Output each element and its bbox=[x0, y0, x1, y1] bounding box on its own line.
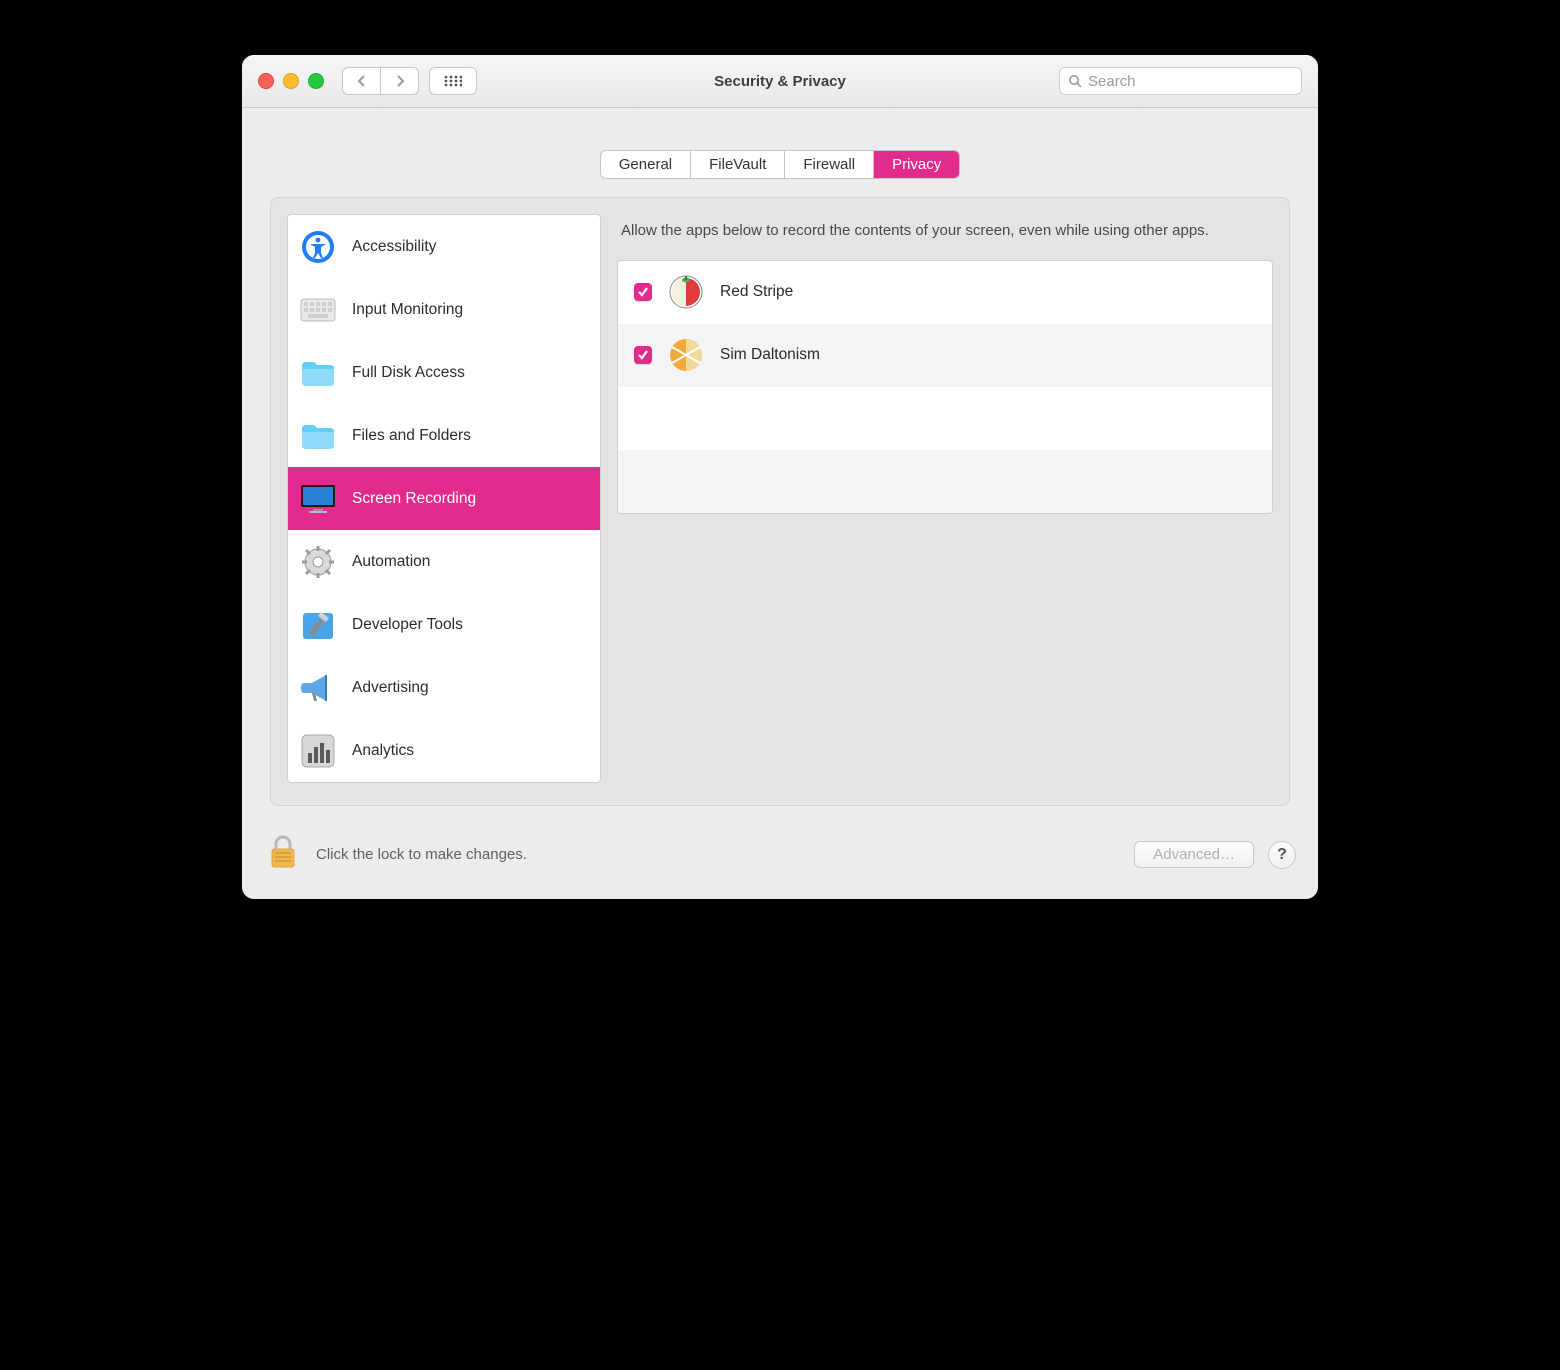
lock-icon[interactable] bbox=[268, 834, 298, 875]
search-placeholder: Search bbox=[1088, 73, 1136, 90]
app-row-empty bbox=[618, 450, 1272, 513]
window-controls bbox=[258, 73, 324, 89]
footer: Click the lock to make changes. Advanced… bbox=[242, 816, 1318, 899]
app-name: Red Stripe bbox=[720, 283, 793, 301]
check-icon bbox=[637, 286, 649, 298]
checkbox[interactable] bbox=[634, 346, 652, 364]
accessibility-icon bbox=[298, 227, 338, 267]
sidebar-item-full-disk-access[interactable]: Full Disk Access bbox=[288, 341, 600, 404]
search-icon bbox=[1068, 74, 1082, 88]
sidebar-item-label: Input Monitoring bbox=[352, 301, 463, 319]
forward-button[interactable] bbox=[380, 67, 419, 95]
sidebar-item-label: Developer Tools bbox=[352, 616, 463, 634]
tab-bar: General FileVault Firewall Privacy bbox=[270, 150, 1290, 179]
close-button[interactable] bbox=[258, 73, 274, 89]
app-row-sim-daltonism[interactable]: Sim Daltonism bbox=[618, 324, 1272, 387]
sidebar-item-accessibility[interactable]: Accessibility bbox=[288, 215, 600, 278]
megaphone-icon bbox=[298, 668, 338, 708]
app-row-red-stripe[interactable]: Red Stripe bbox=[618, 261, 1272, 324]
search-input[interactable]: Search bbox=[1059, 67, 1302, 95]
sidebar-item-analytics[interactable]: Analytics bbox=[288, 719, 600, 782]
description-text: Allow the apps below to record the conte… bbox=[621, 220, 1269, 242]
sidebar-item-developer-tools[interactable]: Developer Tools bbox=[288, 593, 600, 656]
sidebar-item-automation[interactable]: Automation bbox=[288, 530, 600, 593]
sidebar-item-label: Files and Folders bbox=[352, 427, 471, 445]
sidebar-item-label: Advertising bbox=[352, 679, 429, 697]
show-all-button[interactable] bbox=[429, 67, 477, 95]
back-button[interactable] bbox=[342, 67, 381, 95]
app-icon bbox=[668, 337, 704, 373]
help-button[interactable]: ? bbox=[1268, 841, 1296, 869]
tab-filevault[interactable]: FileVault bbox=[691, 151, 785, 178]
privacy-category-list: Accessibility Input Monitoring Full Disk… bbox=[287, 214, 601, 783]
privacy-panel: Accessibility Input Monitoring Full Disk… bbox=[270, 197, 1290, 806]
maximize-button[interactable] bbox=[308, 73, 324, 89]
sidebar-item-advertising[interactable]: Advertising bbox=[288, 656, 600, 719]
checkbox[interactable] bbox=[634, 283, 652, 301]
folder-icon bbox=[298, 353, 338, 393]
barchart-icon bbox=[298, 731, 338, 771]
chevron-right-icon bbox=[395, 75, 405, 87]
check-icon bbox=[637, 349, 649, 361]
sidebar-item-label: Screen Recording bbox=[352, 490, 476, 508]
minimize-button[interactable] bbox=[283, 73, 299, 89]
titlebar: Security & Privacy Search bbox=[242, 55, 1318, 108]
app-name: Sim Daltonism bbox=[720, 346, 820, 364]
preferences-window: Security & Privacy Search General FileVa… bbox=[242, 55, 1318, 899]
folder-icon bbox=[298, 416, 338, 456]
nav-group bbox=[342, 67, 419, 95]
app-icon bbox=[668, 274, 704, 310]
app-row-empty bbox=[618, 387, 1272, 450]
keyboard-icon bbox=[298, 290, 338, 330]
tab-general[interactable]: General bbox=[601, 151, 691, 178]
sidebar-item-label: Automation bbox=[352, 553, 430, 571]
tab-privacy[interactable]: Privacy bbox=[874, 151, 959, 178]
sidebar-item-files-and-folders[interactable]: Files and Folders bbox=[288, 404, 600, 467]
display-icon bbox=[298, 479, 338, 519]
sidebar-item-label: Analytics bbox=[352, 742, 414, 760]
sidebar-item-label: Full Disk Access bbox=[352, 364, 465, 382]
privacy-detail-pane: Allow the apps below to record the conte… bbox=[617, 214, 1273, 783]
sidebar-item-label: Accessibility bbox=[352, 238, 436, 256]
grid-icon bbox=[444, 75, 462, 87]
tabs: General FileVault Firewall Privacy bbox=[600, 150, 961, 179]
app-list: Red Stripe Sim Daltonism bbox=[617, 260, 1273, 514]
tab-firewall[interactable]: Firewall bbox=[785, 151, 874, 178]
sidebar-item-input-monitoring[interactable]: Input Monitoring bbox=[288, 278, 600, 341]
lock-text: Click the lock to make changes. bbox=[316, 846, 527, 863]
hammer-icon bbox=[298, 605, 338, 645]
content: General FileVault Firewall Privacy Acces… bbox=[242, 108, 1318, 816]
gear-icon bbox=[298, 542, 338, 582]
chevron-left-icon bbox=[357, 75, 367, 87]
sidebar-item-screen-recording[interactable]: Screen Recording bbox=[288, 467, 600, 530]
advanced-button[interactable]: Advanced… bbox=[1134, 841, 1254, 868]
